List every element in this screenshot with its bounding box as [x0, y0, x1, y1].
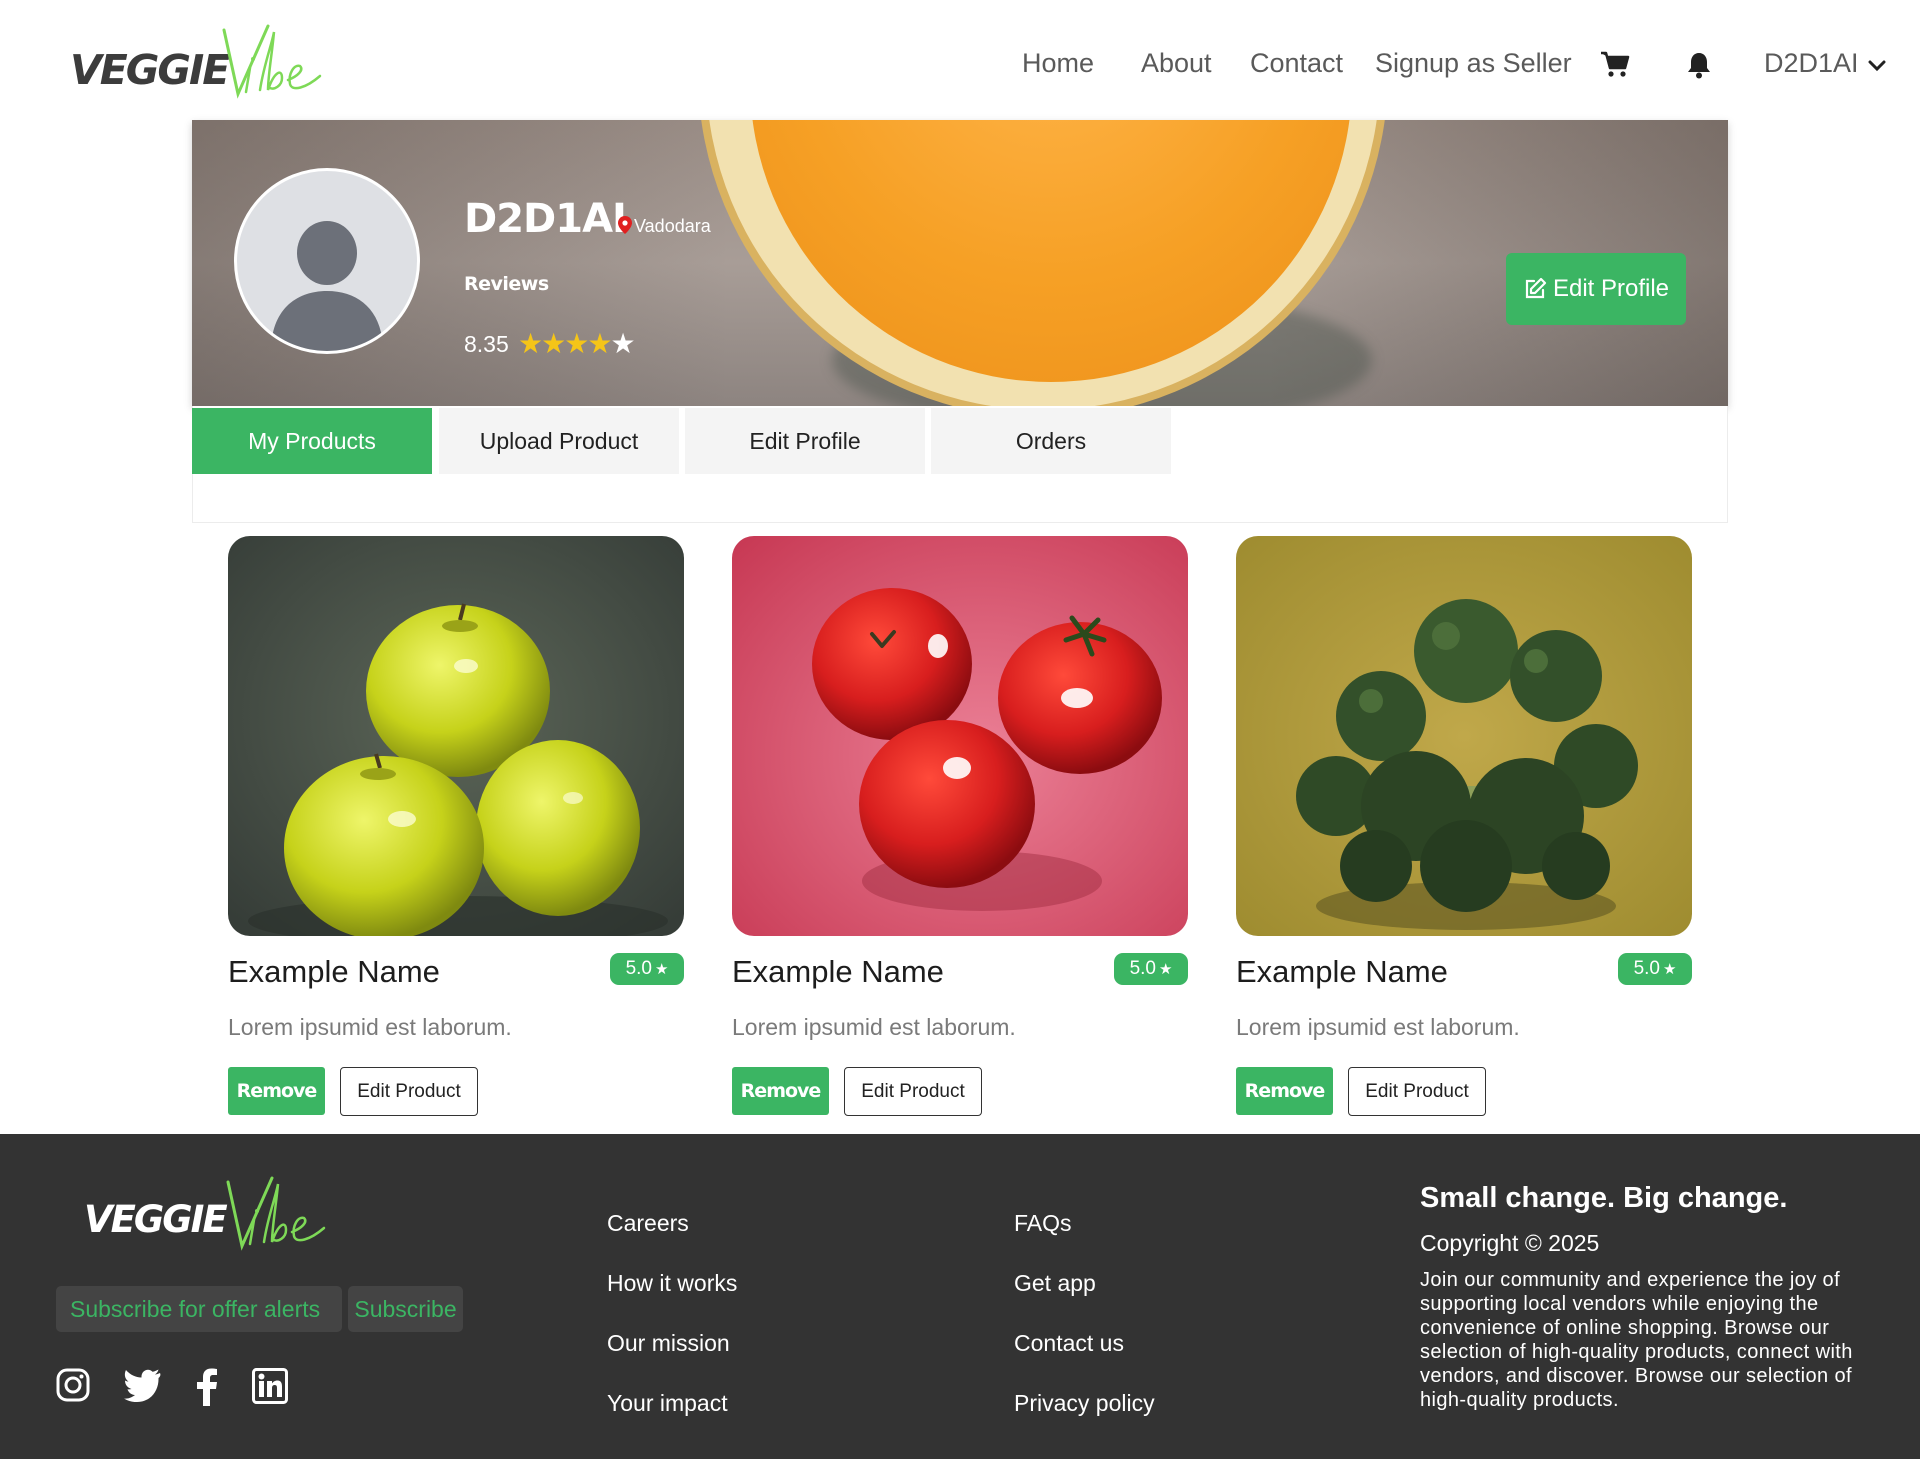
profile-name: D2D1AI — [464, 196, 627, 242]
twitter-icon[interactable] — [124, 1368, 162, 1407]
facebook-icon[interactable] — [196, 1368, 218, 1411]
product-description: Lorem ipsumid est laborum. — [1236, 1014, 1520, 1040]
product-name: Example Name — [228, 954, 440, 989]
product-image-broccoli[interactable] — [1236, 536, 1692, 936]
footer-link-your-impact[interactable]: Your impact — [607, 1390, 728, 1417]
profile-banner: D2D1AI Vadodara Reviews 8.35 ★★★★★ Edit … — [192, 120, 1728, 406]
product-card: Example Name 5.0 ★ Lorem ipsumid est labo… — [1236, 536, 1692, 1116]
star-icon: ★ — [1158, 961, 1173, 978]
tab-label: My Products — [248, 427, 376, 454]
location-pin-icon — [618, 216, 632, 234]
linkedin-icon[interactable] — [252, 1368, 288, 1409]
remove-button[interactable]: Remove — [732, 1067, 829, 1115]
profile-rating-value: 8.35 — [464, 331, 509, 357]
subscribe-input[interactable]: Subscribe for offer alerts — [56, 1286, 342, 1332]
site-header: VEGGIE Home About Contact Signup as Sell… — [0, 0, 1920, 120]
remove-button[interactable]: Remove — [228, 1067, 325, 1115]
chevron-down-icon — [1868, 60, 1886, 72]
site-footer: VEGGIE Subscribe for offer alerts Subscr… — [0, 1134, 1920, 1459]
tab-my-products[interactable]: My Products — [192, 408, 432, 474]
footer-link-get-app[interactable]: Get app — [1014, 1270, 1096, 1297]
edit-profile-button-label: Edit Profile — [1552, 275, 1670, 302]
nav-contact-link[interactable]: Contact — [1250, 48, 1343, 79]
profile-location: Vadodara — [618, 216, 711, 237]
tab-edit-profile[interactable]: Edit Profile — [685, 408, 925, 474]
star-empty-icon: ★ — [610, 328, 636, 359]
star-filled-icon: ★ — [564, 328, 590, 359]
star-icon: ★ — [654, 961, 669, 978]
footer-link-careers[interactable]: Careers — [607, 1210, 689, 1237]
user-menu[interactable]: D2D1AI — [1764, 48, 1886, 79]
footer-brand-logo[interactable]: VEGGIE — [82, 1176, 332, 1256]
product-card: Example Name 5.0 ★ Lorem ipsumid est labo… — [228, 536, 684, 1116]
reviews-label: Reviews — [464, 273, 549, 295]
footer-copyright: Copyright © 2025 — [1420, 1230, 1600, 1256]
star-filled-icon: ★ — [518, 328, 544, 359]
product-card: Example Name 5.0 ★ Lorem ipsumid est labo… — [732, 536, 1188, 1116]
user-silhouette-icon — [271, 221, 383, 351]
edit-profile-button[interactable]: Edit Profile — [1506, 253, 1686, 325]
tab-label: Edit Profile — [749, 427, 861, 454]
edit-product-button[interactable]: Edit Product — [844, 1067, 982, 1116]
product-image-red-tomatoes[interactable] — [732, 536, 1188, 936]
tab-orders[interactable]: Orders — [931, 408, 1171, 474]
footer-link-contact-us[interactable]: Contact us — [1014, 1330, 1124, 1357]
edit-icon — [1525, 277, 1547, 299]
product-rating-badge: 5.0 ★ — [1618, 953, 1692, 985]
product-rating-value: 5.0 — [625, 958, 652, 979]
footer-brand-script-logo — [226, 1176, 326, 1251]
cart-icon[interactable] — [1600, 50, 1630, 83]
avatar[interactable] — [234, 168, 420, 354]
edit-product-button[interactable]: Edit Product — [1348, 1067, 1486, 1116]
remove-button[interactable]: Remove — [1236, 1067, 1333, 1115]
star-rating: ★★★★★ — [518, 328, 636, 359]
user-menu-label: D2D1AI — [1764, 48, 1859, 78]
nav-home-link[interactable]: Home — [1022, 48, 1094, 79]
product-name: Example Name — [732, 954, 944, 989]
edit-product-button[interactable]: Edit Product — [340, 1067, 478, 1116]
subscribe-button[interactable]: Subscribe — [348, 1286, 463, 1332]
footer-link-how-it-works[interactable]: How it works — [607, 1270, 737, 1297]
footer-about-text: Join our community and experience the jo… — [1420, 1269, 1853, 1411]
product-image-green-apples[interactable] — [228, 536, 684, 936]
star-icon: ★ — [1662, 961, 1677, 978]
product-rating-badge: 5.0 ★ — [610, 953, 684, 985]
tab-label: Orders — [1015, 427, 1087, 454]
star-filled-icon: ★ — [587, 328, 613, 359]
brand-name: VEGGIE — [70, 46, 230, 94]
nav-signup-seller-link[interactable]: Signup as Seller — [1375, 48, 1572, 79]
star-filled-icon: ★ — [541, 328, 567, 359]
bell-icon[interactable] — [1687, 51, 1711, 84]
product-description: Lorem ipsumid est laborum. — [732, 1014, 1016, 1040]
profile-location-text: Vadodara — [634, 216, 711, 236]
product-rating-badge: 5.0 ★ — [1114, 953, 1188, 985]
brand-script-logo — [222, 24, 322, 99]
tab-upload-product[interactable]: Upload Product — [439, 408, 679, 474]
product-name: Example Name — [1236, 954, 1448, 989]
footer-tagline: Small change. Big change. — [1420, 1182, 1788, 1214]
footer-link-faqs[interactable]: FAQs — [1014, 1210, 1072, 1237]
tab-label: Upload Product — [479, 427, 639, 454]
footer-link-our-mission[interactable]: Our mission — [607, 1330, 730, 1357]
nav-about-link[interactable]: About — [1141, 48, 1212, 79]
product-description: Lorem ipsumid est laborum. — [228, 1014, 512, 1040]
instagram-icon[interactable] — [56, 1368, 90, 1407]
footer-brand-name: VEGGIE — [84, 1198, 228, 1241]
product-rating-value: 5.0 — [1633, 958, 1660, 979]
brand-logo[interactable]: VEGGIE — [68, 24, 322, 104]
footer-link-privacy-policy[interactable]: Privacy policy — [1014, 1390, 1155, 1417]
product-rating-value: 5.0 — [1129, 958, 1156, 979]
